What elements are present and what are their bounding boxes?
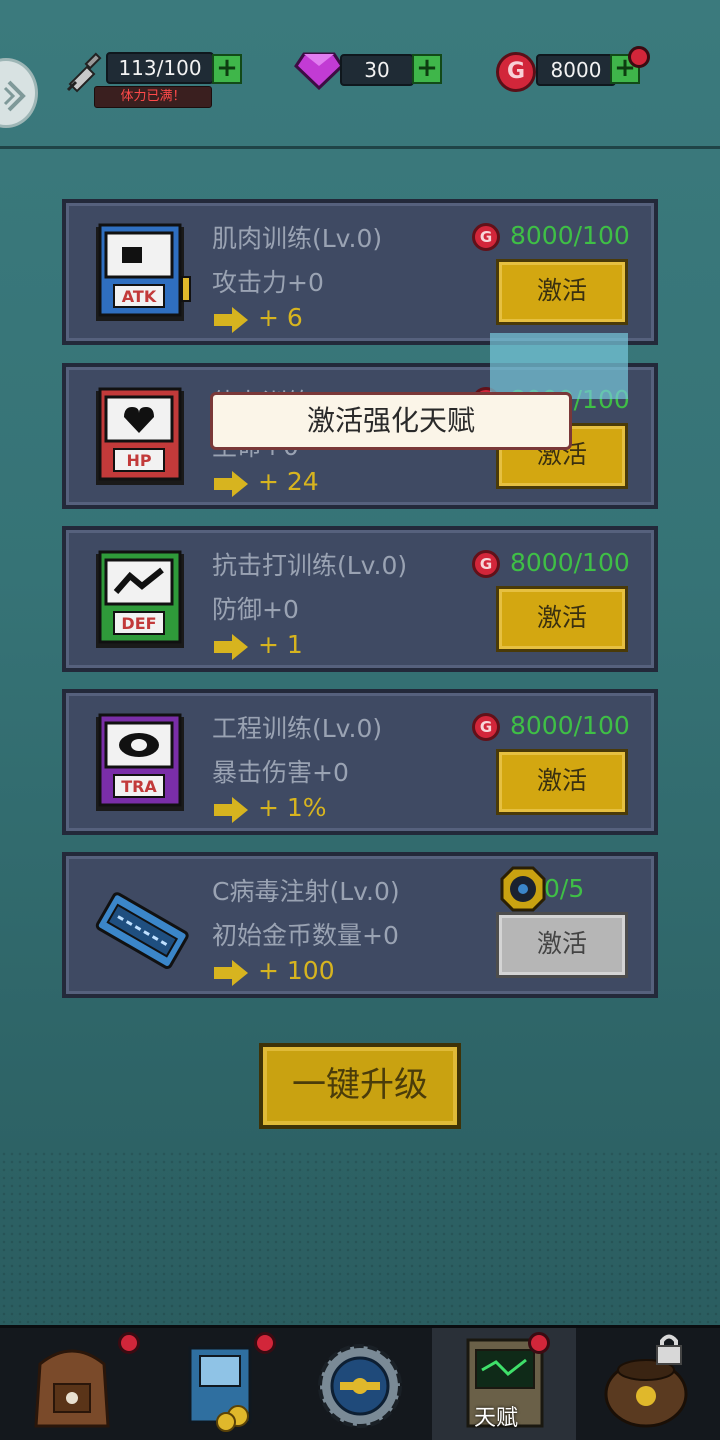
atk-book-icon: ATK — [96, 223, 191, 321]
talent-gain: + 24 — [258, 467, 319, 496]
back-button[interactable] — [0, 58, 38, 128]
talent-effect: 初始金币数量+0 — [212, 921, 399, 950]
arrow-right-icon — [214, 960, 248, 986]
talent-card-tra: TRA 工程训练(Lv.0) 暴击伤害+0 + 1% G 8000/100 激活 — [62, 689, 658, 835]
activate-button[interactable]: 激活 — [496, 259, 628, 325]
upgrade-all-button[interactable]: 一键升级 — [259, 1043, 461, 1129]
talent-effect: 攻击力+0 — [212, 268, 324, 297]
shop-icon — [188, 1346, 252, 1432]
top-bar: 113/100 + 体力已满！ 30 + G 8000 + — [0, 0, 720, 150]
nav-talent-label: 天赋 — [473, 1406, 518, 1431]
gold-coin-icon: G — [496, 52, 536, 92]
nav-backpack[interactable] — [0, 1328, 144, 1440]
stamina-counter: 113/100 — [106, 52, 214, 84]
notification-dot — [628, 46, 650, 68]
talent-effect: 暴击伤害+0 — [212, 758, 349, 787]
talent-title: 抗击打训练(Lv.0) — [212, 551, 408, 580]
arrow-right-icon — [214, 634, 248, 660]
talent-card-atk: ATK 肌肉训练(Lv.0) 攻击力+0 + 6 G 8000/100 激活 — [62, 199, 658, 345]
notification-dot — [254, 1332, 276, 1354]
nav-locked[interactable] — [576, 1328, 720, 1440]
hp-book-label: HP — [126, 451, 151, 470]
atk-book-label: ATK — [122, 287, 157, 306]
backpack-icon — [34, 1349, 110, 1428]
arrow-right-icon — [214, 307, 248, 333]
talent-title: C病毒注射(Lv.0) — [212, 877, 400, 906]
talent-cost: 8000/100 — [510, 548, 630, 577]
nav-battle[interactable] — [288, 1328, 432, 1440]
talent-cost: 0/5 — [544, 874, 585, 903]
notification-dot — [528, 1332, 550, 1354]
background-dots — [0, 1150, 720, 1325]
hp-book-icon: HP — [96, 387, 184, 485]
gold-coin-icon: G — [472, 713, 500, 741]
activate-button[interactable]: 激活 — [496, 912, 628, 978]
activate-button[interactable]: 激活 — [496, 586, 628, 652]
talent-card-def: DEF 抗击打训练(Lv.0) 防御+0 + 1 G 8000/100 激活 — [62, 526, 658, 672]
talent-card-virus: C病毒注射(Lv.0) 初始金币数量+0 + 100 0/5 激活 — [62, 852, 658, 998]
gold-counter: 8000 — [536, 54, 616, 86]
talent-gain: + 6 — [258, 303, 303, 332]
stamina-value: 113/100 — [118, 56, 202, 80]
virus-ampoule-icon — [95, 892, 189, 969]
add-stamina-button[interactable]: + — [212, 54, 242, 84]
tra-book-icon: TRA — [96, 713, 184, 811]
talent-effect: 防御+0 — [212, 595, 299, 624]
nav-shop[interactable] — [144, 1328, 288, 1440]
talent-gain: + 100 — [258, 956, 335, 985]
gem-icon — [294, 52, 344, 90]
lock-icon — [656, 1334, 682, 1365]
gold-value: 8000 — [550, 58, 602, 82]
chevron-icon — [3, 80, 26, 112]
bottom-nav: 天赋 — [0, 1325, 720, 1440]
gem-counter: 30 — [340, 54, 414, 86]
talent-gain: + 1% — [258, 793, 327, 822]
gold-coin-icon: G — [472, 223, 500, 251]
talent-title: 肌肉训练(Lv.0) — [212, 224, 383, 253]
gold-coin-icon: G — [472, 550, 500, 578]
nav-talent[interactable]: 天赋 — [432, 1328, 576, 1440]
talent-title: 工程训练(Lv.0) — [212, 714, 383, 743]
stamina-full-note: 体力已满！ — [94, 86, 212, 108]
notification-dot — [118, 1332, 140, 1354]
tooltip-activate-talent: 激活强化天赋 — [210, 392, 572, 450]
top-divider — [0, 146, 720, 149]
locked-pot-icon — [604, 1359, 688, 1428]
gear-emblem-icon — [318, 1344, 402, 1428]
def-book-icon: DEF — [96, 550, 184, 648]
arrow-right-icon — [214, 797, 248, 823]
tutorial-highlight — [490, 333, 628, 399]
add-gems-button[interactable]: + — [412, 54, 442, 84]
talent-gain: + 1 — [258, 630, 303, 659]
arrow-right-icon — [214, 471, 248, 497]
talent-cost: 8000/100 — [510, 711, 630, 740]
activate-button[interactable]: 激活 — [496, 749, 628, 815]
virus-token-icon — [500, 866, 546, 912]
gem-value: 30 — [364, 58, 390, 82]
talent-cost: 8000/100 — [510, 221, 630, 250]
tra-book-label: TRA — [121, 777, 157, 796]
def-book-label: DEF — [121, 614, 156, 633]
